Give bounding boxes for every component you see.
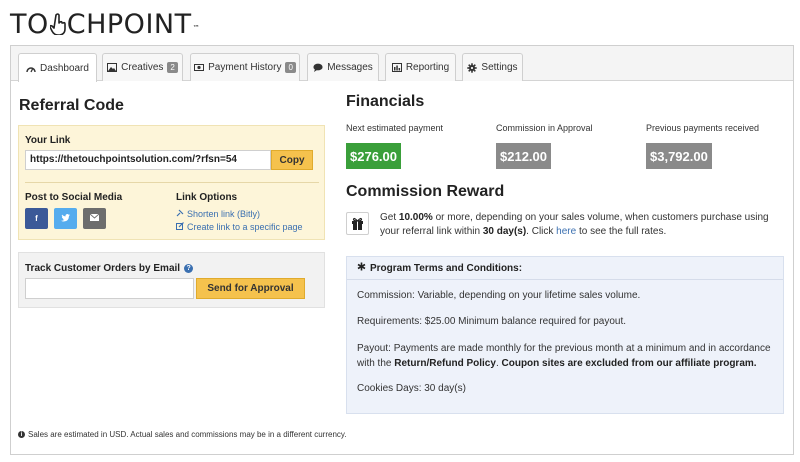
tab-label: Reporting xyxy=(405,62,450,73)
tab-label: Payment History xyxy=(208,62,282,73)
commission-description: Get 10.00% or more, depending on your sa… xyxy=(380,212,769,237)
referral-link-box: Your Link https://thetouchpointsolution.… xyxy=(18,125,325,240)
tab-reporting[interactable]: Reporting xyxy=(385,53,456,81)
next-payment-label: Next estimated payment xyxy=(346,123,444,133)
help-icon[interactable]: ? xyxy=(184,264,194,273)
your-link-label: Your Link xyxy=(25,135,71,146)
email-share-button[interactable] xyxy=(83,208,106,229)
commission-approval-label: Commission in Approval xyxy=(496,123,593,133)
create-link[interactable]: Create link to a specific page xyxy=(176,222,303,232)
track-orders-box: Track Customer Orders by Email ? Send fo… xyxy=(18,252,325,308)
terms-heading: Program Terms and Conditions: xyxy=(347,257,783,280)
tab-payment-history[interactable]: Payment History 0 xyxy=(190,53,300,81)
track-orders-heading: Track Customer Orders by Email ? xyxy=(25,263,194,274)
hand-pointer-icon xyxy=(48,12,66,36)
tab-settings[interactable]: Settings xyxy=(462,53,523,81)
count-badge: 0 xyxy=(285,62,296,73)
link-options-label: Link Options xyxy=(176,192,238,203)
copy-button[interactable]: Copy xyxy=(271,150,313,170)
dashboard-icon xyxy=(26,64,36,73)
tab-dashboard[interactable]: Dashboard xyxy=(18,53,97,82)
currency-footnote: i Sales are estimated in USD. Actual sal… xyxy=(18,430,347,439)
comment-icon xyxy=(313,63,323,72)
gear-icon xyxy=(467,63,478,73)
footnote-text: Sales are estimated in USD. Actual sales… xyxy=(28,430,347,439)
commission-reward-heading: Commission Reward xyxy=(346,183,505,200)
send-for-approval-button[interactable]: Send for Approval xyxy=(196,278,305,299)
terms-commission: Commission: Variable, depending on your … xyxy=(357,290,641,301)
terms-cookies: Cookies Days: 30 day(s) xyxy=(357,383,466,394)
post-social-label: Post to Social Media xyxy=(25,192,123,203)
dashboard-panel: Dashboard Creatives 2 Payment History 0 … xyxy=(10,45,794,455)
shorten-link-label: Shorten link (Bitly) xyxy=(187,209,261,219)
previous-payments-value: $3,792.00 xyxy=(646,143,712,169)
tab-creatives[interactable]: Creatives 2 xyxy=(102,53,183,81)
referral-code-heading: Referral Code xyxy=(19,97,124,114)
facebook-share-button[interactable]: f xyxy=(25,208,48,229)
previous-payments-label: Previous payments received xyxy=(646,123,760,133)
image-icon xyxy=(107,63,118,72)
financials-heading: Financials xyxy=(346,93,425,110)
tab-bar: Dashboard Creatives 2 Payment History 0 … xyxy=(11,46,793,82)
terms-title: Program Terms and Conditions: xyxy=(370,262,523,274)
touchpoint-logo: TO CHPOINT™ xyxy=(10,9,201,40)
tab-messages[interactable]: Messages xyxy=(307,53,379,81)
tab-label: Creatives xyxy=(121,62,164,73)
facebook-icon: f xyxy=(35,214,38,223)
shorten-link[interactable]: Shorten link (Bitly) xyxy=(176,209,260,219)
tab-label: Dashboard xyxy=(40,62,89,74)
divider xyxy=(25,182,319,183)
count-badge: 2 xyxy=(167,62,178,73)
create-link-label: Create link to a specific page xyxy=(187,222,303,232)
referral-link-field[interactable]: https://thetouchpointsolution.com/?rfsn=… xyxy=(25,150,271,170)
next-payment-value: $276.00 xyxy=(346,143,401,169)
terms-requirements: Requirements: $25.00 Minimum balance req… xyxy=(357,316,627,327)
money-icon xyxy=(194,63,205,72)
terms-payout: Payout: Payments are made monthly for th… xyxy=(357,343,771,369)
edit-icon xyxy=(176,222,184,232)
twitter-share-button[interactable] xyxy=(54,208,77,229)
envelope-icon xyxy=(89,213,100,223)
commission-approval-value: $212.00 xyxy=(496,143,551,169)
tab-label: Settings xyxy=(481,62,518,73)
chart-icon xyxy=(391,63,402,72)
full-rates-link[interactable]: here xyxy=(556,226,576,237)
asterisk-icon xyxy=(357,262,366,274)
info-icon: i xyxy=(18,431,25,438)
customer-email-input[interactable] xyxy=(25,278,194,299)
track-orders-label: Track Customer Orders by Email xyxy=(25,263,181,274)
pin-icon xyxy=(176,209,184,219)
gift-icon xyxy=(346,212,369,235)
twitter-icon xyxy=(61,213,70,224)
tab-label: Messages xyxy=(327,62,373,73)
program-terms-box: Program Terms and Conditions: Commission… xyxy=(346,256,784,414)
